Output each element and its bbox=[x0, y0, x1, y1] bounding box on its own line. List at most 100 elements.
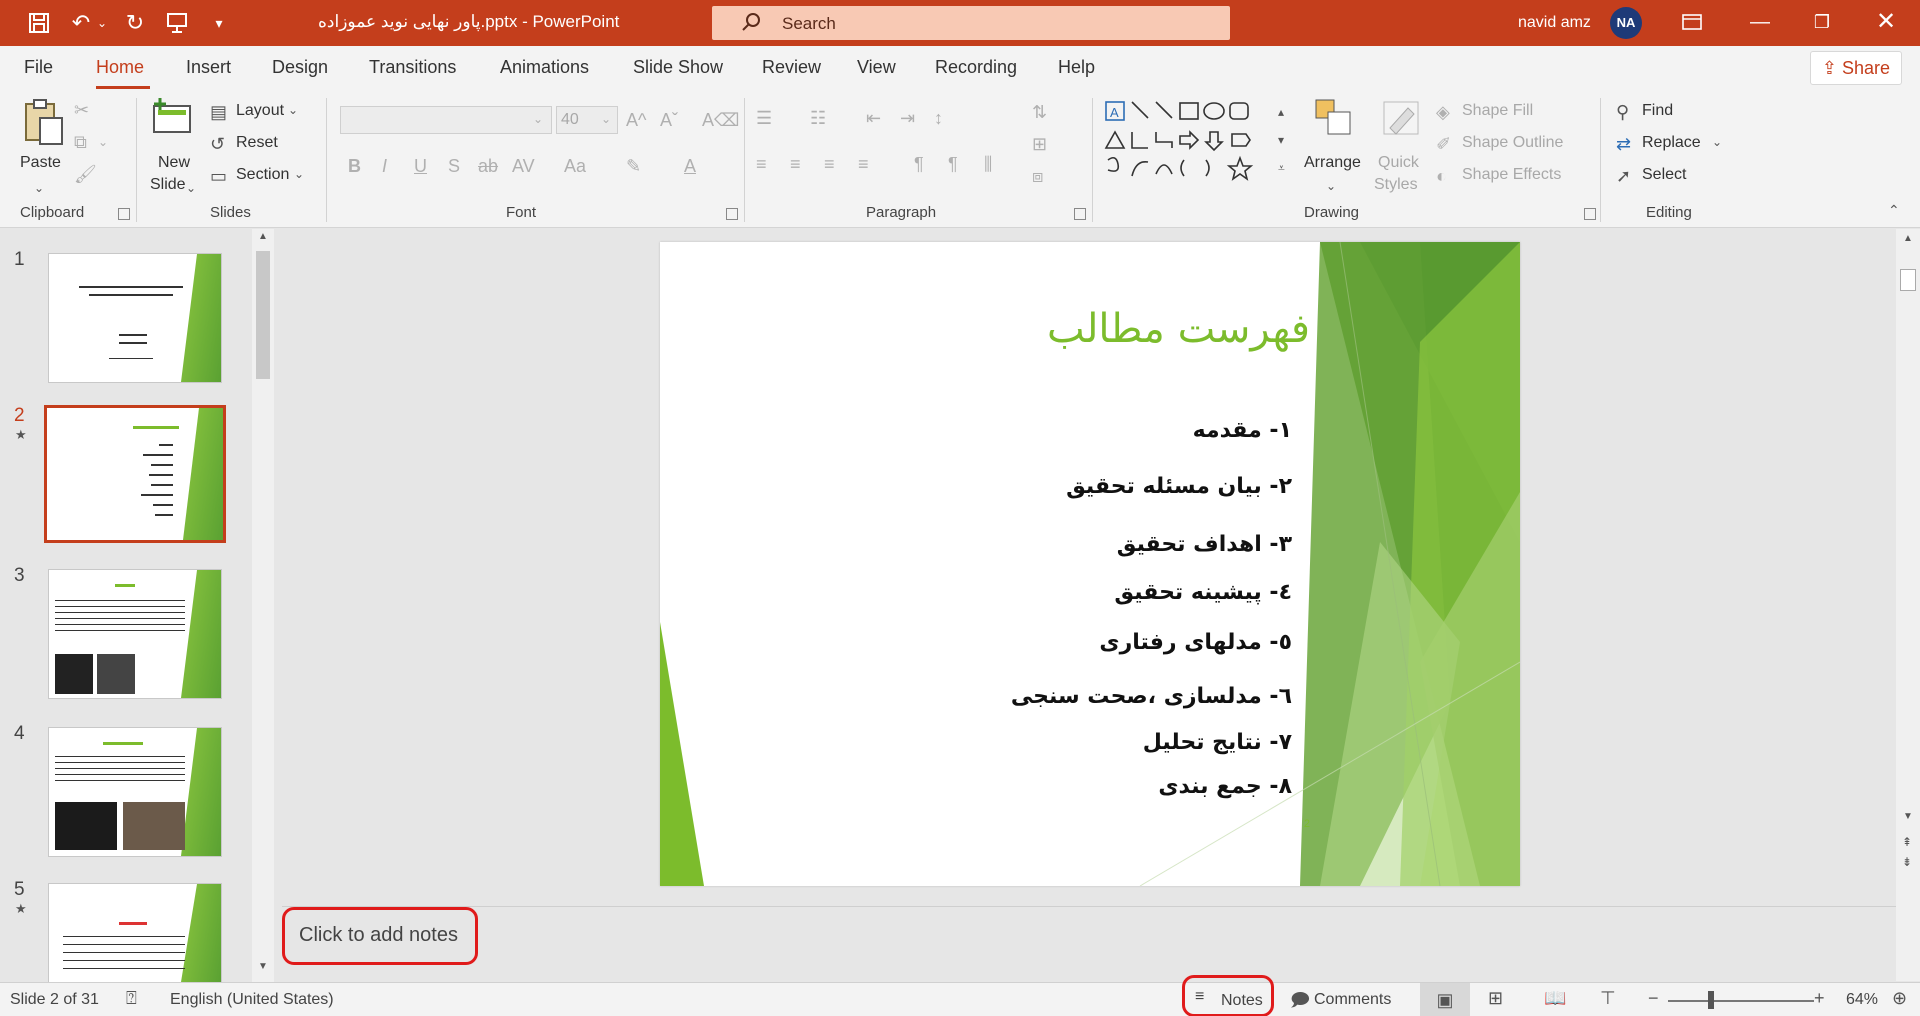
bullets-icon[interactable]: ☰ bbox=[756, 108, 772, 128]
scroll-down-icon[interactable]: ▼ bbox=[258, 961, 268, 972]
slide-thumbnail-3[interactable] bbox=[48, 569, 222, 699]
scroll-up-icon[interactable]: ▲ bbox=[258, 231, 268, 242]
slide-thumbnail-5[interactable] bbox=[48, 883, 222, 983]
previous-slide-icon[interactable]: ⇞ bbox=[1902, 835, 1912, 849]
slide-2[interactable]: فهرست مطالب ۱- مقدمه ۲- بیان مسئله تحقیق… bbox=[660, 242, 1520, 886]
line-spacing-icon[interactable]: ↕ bbox=[934, 108, 943, 128]
slide-thumbnail-4[interactable] bbox=[48, 727, 222, 857]
customize-qat-icon[interactable]: ▾ bbox=[202, 8, 236, 38]
spelling-check-icon[interactable]: ⍰ bbox=[126, 988, 137, 1009]
align-center-icon[interactable]: ≡ bbox=[790, 154, 801, 174]
redo-icon[interactable]: ↻ bbox=[118, 8, 152, 38]
underline-icon[interactable]: U bbox=[414, 156, 427, 176]
character-spacing-icon[interactable]: AV bbox=[512, 156, 535, 176]
text-shadow-icon[interactable]: S bbox=[448, 156, 460, 176]
align-right-icon[interactable]: ≡ bbox=[824, 154, 835, 174]
tab-file[interactable]: File bbox=[24, 57, 53, 78]
slideshow-view-icon[interactable]: ⊤ bbox=[1600, 988, 1616, 1009]
search-box[interactable]: Search bbox=[712, 6, 1230, 40]
tab-insert[interactable]: Insert bbox=[186, 57, 231, 78]
ltr-icon[interactable]: ¶ bbox=[914, 154, 924, 174]
toc-item[interactable]: ٦- مدلسازی ،صحت سنجی bbox=[1011, 684, 1292, 709]
toc-item[interactable]: ٤- پیشینه تحقیق bbox=[1114, 580, 1292, 605]
toc-item[interactable]: ۸- جمع بندی bbox=[1158, 774, 1292, 799]
strikethrough-icon[interactable]: ab bbox=[478, 156, 498, 176]
share-button[interactable]: ⇪ Share bbox=[1810, 51, 1902, 85]
tab-design[interactable]: Design bbox=[272, 57, 328, 78]
ribbon-display-options-icon[interactable] bbox=[1662, 0, 1722, 46]
thumbnail-scrollbar[interactable]: ▲ ▼ bbox=[252, 229, 274, 982]
tab-recording[interactable]: Recording bbox=[935, 57, 1017, 78]
new-slide-button[interactable]: New Slide ⌄ bbox=[146, 98, 202, 196]
start-slideshow-icon[interactable] bbox=[160, 8, 194, 38]
toc-item[interactable]: ۷- نتایج تحلیل bbox=[1143, 730, 1292, 755]
section-button[interactable]: ▭ Section ⌄ bbox=[208, 164, 308, 188]
tab-view[interactable]: View bbox=[857, 57, 896, 78]
change-case-icon[interactable]: Aa bbox=[564, 156, 586, 176]
chevron-down-icon[interactable]: ⌄ bbox=[98, 132, 108, 152]
zoom-slider-thumb[interactable] bbox=[1708, 991, 1714, 1009]
zoom-in-icon[interactable]: + bbox=[1814, 988, 1825, 1009]
tab-help[interactable]: Help bbox=[1058, 57, 1095, 78]
undo-dropdown-icon[interactable]: ⌄ bbox=[92, 8, 112, 38]
paste-button[interactable]: Paste ⌄ bbox=[14, 98, 70, 196]
clipboard-launcher-icon[interactable] bbox=[118, 208, 130, 220]
zoom-slider[interactable] bbox=[1668, 1000, 1814, 1002]
toc-item[interactable]: ۱- مقدمه bbox=[1193, 418, 1292, 443]
gallery-scroll-down-icon[interactable]: ▾ bbox=[1278, 130, 1284, 150]
highlight-icon[interactable]: ✎ bbox=[626, 156, 641, 176]
drawing-launcher-icon[interactable] bbox=[1584, 208, 1596, 220]
select-button[interactable]: ➚ Select bbox=[1616, 164, 1706, 188]
language-indicator[interactable]: English (United States) bbox=[170, 991, 334, 1009]
scroll-up-icon[interactable]: ▲ bbox=[1903, 233, 1913, 244]
shape-outline-button[interactable]: ✐ Shape Outline bbox=[1436, 132, 1586, 156]
cut-icon[interactable]: ✂ bbox=[74, 100, 89, 120]
increase-indent-icon[interactable]: ⇥ bbox=[900, 108, 915, 128]
copy-icon[interactable]: ⧉ bbox=[74, 132, 87, 152]
notes-button[interactable]: ≡ Notes bbox=[1182, 975, 1274, 1016]
reset-button[interactable]: ↺ Reset bbox=[208, 132, 304, 156]
slide-title[interactable]: فهرست مطالب bbox=[1047, 306, 1310, 352]
font-launcher-icon[interactable] bbox=[726, 208, 738, 220]
avatar[interactable]: NA bbox=[1610, 7, 1642, 39]
arrange-button[interactable]: Arrange ⌄ bbox=[1300, 98, 1370, 196]
decrease-font-icon[interactable]: Aˇ bbox=[660, 110, 678, 130]
user-name[interactable]: navid amz bbox=[1518, 14, 1591, 32]
comments-button[interactable]: 🗩 Comments bbox=[1290, 983, 1400, 1016]
shape-effects-button[interactable]: ◐ Shape Effects bbox=[1436, 164, 1586, 188]
slide-thumbnail-2[interactable] bbox=[44, 405, 226, 543]
paragraph-launcher-icon[interactable] bbox=[1074, 208, 1086, 220]
slide-vertical-scrollbar[interactable]: ▲ ▼ ⇞ ⇟ bbox=[1896, 229, 1920, 981]
fit-slide-icon[interactable]: ⊕ bbox=[1892, 988, 1907, 1009]
font-color-icon[interactable]: A bbox=[684, 156, 696, 176]
format-painter-icon[interactable]: 🖌 bbox=[74, 164, 97, 184]
align-left-icon[interactable]: ≡ bbox=[756, 154, 767, 174]
text-direction-icon[interactable]: ⇅ bbox=[1032, 102, 1047, 122]
zoom-out-icon[interactable]: − bbox=[1648, 988, 1659, 1009]
scrollbar-thumb[interactable] bbox=[256, 251, 270, 379]
gallery-more-icon[interactable]: ⩡ bbox=[1278, 158, 1285, 178]
scrollbar-thumb[interactable] bbox=[1900, 269, 1916, 291]
tab-slide-show[interactable]: Slide Show bbox=[633, 57, 723, 78]
numbering-icon[interactable]: ☷ bbox=[810, 108, 826, 128]
next-slide-icon[interactable]: ⇟ bbox=[1902, 855, 1912, 869]
close-icon[interactable]: ✕ bbox=[1856, 0, 1916, 46]
tab-review[interactable]: Review bbox=[762, 57, 821, 78]
layout-button[interactable]: ▤ Layout ⌄ bbox=[208, 100, 304, 124]
toc-item[interactable]: ٥- مدلهای رفتاری bbox=[1099, 630, 1292, 655]
tab-home[interactable]: Home bbox=[96, 57, 144, 78]
tab-animations[interactable]: Animations bbox=[500, 57, 589, 78]
shape-fill-button[interactable]: ◈ Shape Fill bbox=[1436, 100, 1576, 124]
font-name-select[interactable]: ⌄ bbox=[340, 106, 552, 134]
restore-icon[interactable]: ❐ bbox=[1792, 0, 1852, 46]
minimize-icon[interactable]: — bbox=[1730, 0, 1790, 46]
collapse-ribbon-icon[interactable]: ⌃ bbox=[1888, 200, 1900, 220]
align-text-icon[interactable]: ⊞ bbox=[1032, 134, 1047, 154]
notes-input[interactable]: Click to add notes bbox=[282, 907, 478, 965]
reading-view-icon[interactable]: 📖 bbox=[1544, 988, 1566, 1009]
slide-thumbnail-1[interactable] bbox=[48, 253, 222, 383]
smartart-icon[interactable]: ⧈ bbox=[1032, 166, 1043, 186]
decrease-indent-icon[interactable]: ⇤ bbox=[866, 108, 881, 128]
save-icon[interactable] bbox=[22, 8, 56, 38]
normal-view-icon[interactable]: ▣ bbox=[1420, 983, 1470, 1016]
